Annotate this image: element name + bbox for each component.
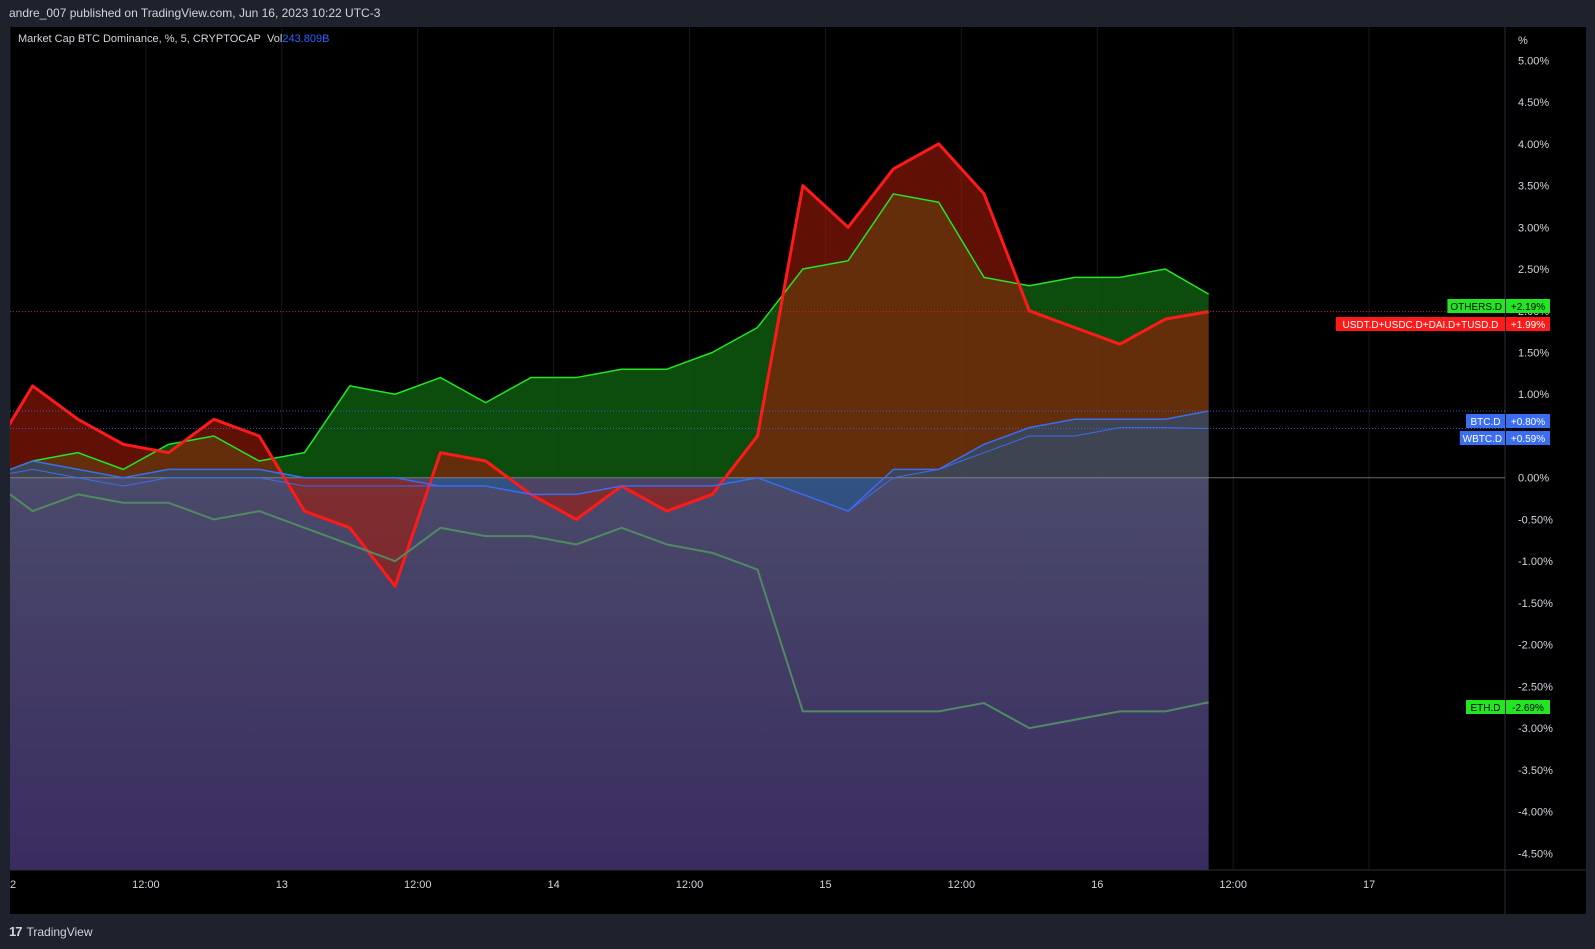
- publisher-header: andre_007 published on TradingView.com, …: [0, 0, 1595, 27]
- legend-vol-label: Vol: [267, 33, 283, 45]
- x-tick-label: 16: [1091, 879, 1103, 891]
- series-name-badge-text: WBTC.D: [1463, 434, 1502, 445]
- tradingview-brand: TradingView: [26, 924, 93, 939]
- y-tick-label: 0.00%: [1518, 473, 1549, 485]
- series-value-badge-text: +0.59%: [1511, 434, 1545, 445]
- series-name-badge-text: ETH.D: [1471, 703, 1501, 714]
- x-tick-label: 12:00: [1219, 879, 1247, 891]
- y-tick-label: -4.50%: [1518, 848, 1553, 860]
- x-tick-label: 12:00: [132, 879, 160, 891]
- tradingview-logo[interactable]: 17 TradingView: [9, 924, 93, 939]
- y-tick-label: -1.00%: [1518, 556, 1553, 568]
- series-name-badge-text: USDT.D+USDC.D+DAI.D+TUSD.D: [1342, 320, 1498, 331]
- base-area-fill: [10, 477, 1209, 870]
- price-chart[interactable]: 5.00%4.50%4.00%3.50%3.00%2.50%2.00%1.50%…: [10, 27, 1586, 914]
- legend-symbol: Market Cap BTC Dominance, %, 5, CRYPTOCA…: [18, 33, 261, 45]
- legend-vol-value: 243.809B: [282, 33, 330, 45]
- y-tick-label: -4.00%: [1518, 807, 1553, 819]
- y-tick-label: 5.00%: [1518, 55, 1549, 67]
- chart-frame[interactable]: 5.00%4.50%4.00%3.50%3.00%2.50%2.00%1.50%…: [10, 27, 1586, 914]
- x-tick-label: 13: [276, 879, 288, 891]
- series-value-badge-text: +1.99%: [1511, 320, 1545, 331]
- y-tick-label: 2.50%: [1518, 264, 1549, 276]
- y-tick-label: -2.00%: [1518, 640, 1553, 652]
- chart-legend: Market Cap BTC Dominance, %, 5, CRYPTOCA…: [18, 33, 329, 45]
- y-tick-label: -3.00%: [1518, 723, 1553, 735]
- y-tick-label: -1.50%: [1518, 598, 1553, 610]
- series-value-badge-text: -2.69%: [1512, 703, 1544, 714]
- x-tick-label: 12:00: [948, 879, 976, 891]
- publisher-text: andre_007 published on TradingView.com, …: [9, 6, 381, 20]
- tradingview-logo-icon: 17: [9, 924, 23, 939]
- y-tick-label: -2.50%: [1518, 681, 1553, 693]
- y-tick-label: -0.50%: [1518, 514, 1553, 526]
- x-tick-label: 12:00: [676, 879, 704, 891]
- y-axis-unit-label: %: [1518, 35, 1528, 47]
- x-tick-label: 12:00: [404, 879, 432, 891]
- x-tick-label: 14: [548, 879, 560, 891]
- y-tick-label: 4.00%: [1518, 139, 1549, 151]
- series-value-badge-text: +2.19%: [1511, 302, 1545, 313]
- y-tick-label: 4.50%: [1518, 97, 1549, 109]
- y-tick-label: 3.00%: [1518, 222, 1549, 234]
- x-tick-label: 12: [10, 879, 16, 891]
- y-tick-label: -3.50%: [1518, 765, 1553, 777]
- x-tick-label: 17: [1363, 879, 1375, 891]
- y-tick-label: 3.50%: [1518, 181, 1549, 193]
- footer-bar: 17 TradingView: [0, 914, 1595, 949]
- series-name-badge-text: OTHERS.D: [1450, 302, 1502, 313]
- series-value-badge-text: +0.80%: [1511, 417, 1545, 428]
- y-tick-label: 1.50%: [1518, 348, 1549, 360]
- x-tick-label: 15: [819, 879, 831, 891]
- y-tick-label: 1.00%: [1518, 389, 1549, 401]
- series-name-badge-text: BTC.D: [1471, 417, 1501, 428]
